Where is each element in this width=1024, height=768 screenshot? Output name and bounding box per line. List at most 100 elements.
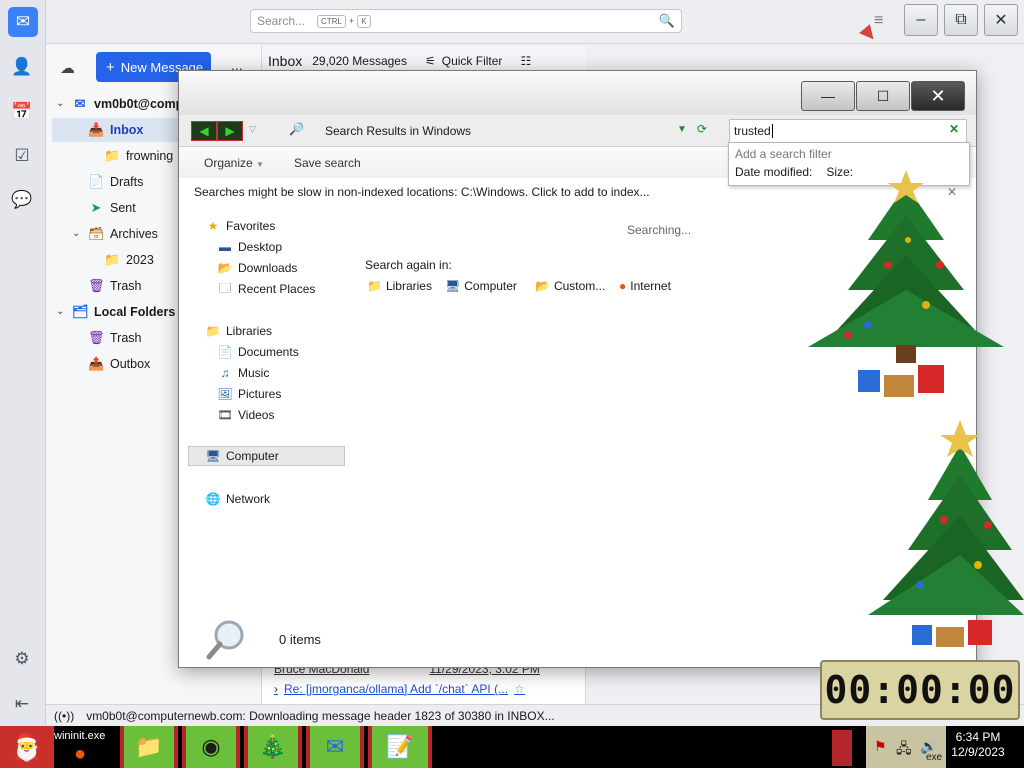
christmas-tree-gadget[interactable] <box>808 165 1008 405</box>
system-tray: ⚑ 🖧 🔊 exe <box>866 726 946 768</box>
quick-filter-button[interactable]: ⚟ Quick Filter <box>425 54 502 68</box>
calendar-icon[interactable]: 📅 <box>8 98 36 126</box>
app-menu-icon[interactable]: ≡ <box>874 12 883 30</box>
nav-network[interactable]: 🌐 Network <box>205 489 271 509</box>
send-icon: ➤ <box>90 200 102 215</box>
search-again-custom[interactable]: 📂 Custom... <box>535 279 605 293</box>
taskbar-wordpad[interactable]: 📝 <box>368 726 432 768</box>
search-again-internet[interactable]: ● Internet <box>619 279 671 293</box>
account-label: vm0b0t@comp <box>94 97 184 111</box>
taskbar-explorer[interactable]: 📁 <box>120 726 178 768</box>
chevron-down-icon[interactable]: ⌄ <box>56 98 64 109</box>
account-icon: ✉ <box>74 96 86 111</box>
chevron-down-icon[interactable]: ⌄ <box>56 306 64 317</box>
history-dropdown-icon[interactable]: ▽ <box>249 124 256 135</box>
list-title: Inbox <box>268 52 303 69</box>
nav-computer[interactable]: 🖥 Computer <box>188 446 345 466</box>
local-folder-trash[interactable]: 🗑 Trash <box>88 326 142 350</box>
explorer-maximize-button[interactable]: ☐ <box>856 81 910 111</box>
star-icon[interactable]: ☆ <box>514 682 525 696</box>
tasks-icon[interactable]: ☑ <box>8 142 36 170</box>
results-area: Searching... Search again in: 📁 Libraries… <box>355 211 855 331</box>
archive-icon: 🗃 <box>88 226 105 241</box>
quick-filter-label: Quick Filter <box>441 53 503 68</box>
search-again-libraries[interactable]: 📁 Libraries <box>367 279 432 293</box>
info-message: Searches might be slow in non-indexed lo… <box>194 185 650 199</box>
folder-item-trash[interactable]: 🗑 Trash <box>88 274 142 298</box>
organize-button[interactable]: Organize ▼ <box>204 156 264 170</box>
nav-label: Pictures <box>238 387 282 401</box>
settings-gear-icon[interactable]: ⚙ <box>8 645 36 673</box>
nav-music[interactable]: ♫ Music <box>217 363 270 383</box>
local-folders-icon: 🗂 <box>72 304 89 319</box>
nav-label: Music <box>238 366 270 380</box>
minimize-button[interactable]: – <box>904 4 938 36</box>
forward-button[interactable]: ▶ <box>217 121 243 141</box>
collapse-sidebar-icon[interactable]: ⇤ <box>8 690 36 718</box>
folder-item-frowning[interactable]: 📁 frowning <box>104 144 173 168</box>
nav-downloads[interactable]: 📂 Downloads <box>217 258 298 278</box>
taskbar-tree-gadget[interactable]: 🎄 <box>244 726 302 768</box>
music-icon: ♫ <box>220 366 230 380</box>
folder-icon: 📁 <box>135 734 163 759</box>
taskbar-firefox[interactable]: wininit.exe ● <box>54 726 120 768</box>
folder-label: Archives <box>110 227 158 241</box>
folder-item-archives[interactable]: 🗃 Archives <box>88 222 158 246</box>
nav-documents[interactable]: 📄 Documents <box>217 342 299 362</box>
get-messages-icon[interactable]: ☁ <box>60 59 75 77</box>
recent-places-icon: 🗔 <box>218 280 232 295</box>
back-button[interactable]: ◀ <box>191 121 217 141</box>
show-hidden-icons-button[interactable] <box>832 730 852 766</box>
start-button[interactable]: 🎅 <box>0 726 54 768</box>
table-row[interactable]: › Re: [jmorganca/ollama] Add `/chat` API… <box>274 682 525 696</box>
save-search-button[interactable]: Save search <box>294 156 361 170</box>
search-again-computer[interactable]: 🖥 Computer <box>445 279 517 293</box>
explorer-search-input[interactable]: trusted <box>729 119 967 143</box>
account-row[interactable]: ✉ vm0b0t@comp <box>72 92 184 116</box>
address-text[interactable]: Search Results in Windows <box>325 124 471 138</box>
action-center-flag-icon[interactable]: ⚑ <box>874 738 887 755</box>
network-tray-icon[interactable]: 🖧 <box>896 738 912 762</box>
navigation-pane: ★ Favorites ▬ Desktop 📂 Downloads 🗔 Recent P… <box>185 214 345 514</box>
nav-videos[interactable]: 🎞 Videos <box>217 405 274 425</box>
close-button[interactable]: ✕ <box>984 4 1018 36</box>
taskbar-chrome[interactable]: ◉ <box>182 726 240 768</box>
plus-icon: + <box>106 58 115 76</box>
local-folder-outbox[interactable]: 📤 Outbox <box>88 352 150 376</box>
explorer-titlebar: — ☐ ✕ <box>179 71 976 115</box>
explorer-status-bar: 0 items <box>179 611 976 667</box>
address-dropdown-icon[interactable]: ▼ <box>677 124 687 135</box>
restore-button[interactable]: ⧉ <box>944 4 978 36</box>
chevron-down-icon[interactable]: ⌄ <box>72 228 80 239</box>
mail-space-icon[interactable]: ✉ <box>8 7 38 37</box>
global-search-input[interactable]: Search... CTRL + K 🔍 <box>250 9 682 33</box>
network-icon: 🌐 <box>205 492 221 506</box>
nav-recent-places[interactable]: 🗔 Recent Places <box>217 279 315 299</box>
desktop-icon: ▬ <box>219 240 231 254</box>
search-again-label: Search again in: <box>365 258 452 272</box>
explorer-close-button[interactable]: ✕ <box>911 81 965 111</box>
folder-item-drafts[interactable]: 📄 Drafts <box>88 170 143 194</box>
taskbar-thunderbird[interactable]: ✉ <box>306 726 364 768</box>
display-options-icon[interactable]: ☷ <box>520 54 531 68</box>
items-count: 0 items <box>279 631 321 647</box>
taskbar-clock[interactable]: 6:34 PM 12/9/2023 <box>946 730 1010 766</box>
refresh-icon[interactable]: ⟳ <box>697 122 707 136</box>
nav-favorites[interactable]: ★ Favorites <box>205 216 276 236</box>
spaces-toolbar: ✉ 👤 📅 ☑ 💬 ⚙ ⇤ <box>0 0 46 726</box>
filter-date-modified[interactable]: Date modified: <box>735 165 812 179</box>
search-placeholder: Search... <box>257 14 306 28</box>
address-book-icon[interactable]: 👤 <box>8 53 36 81</box>
nav-libraries[interactable]: 📁 Libraries <box>205 321 273 341</box>
folder-item-2023[interactable]: 📁 2023 <box>104 248 154 272</box>
nav-pictures[interactable]: 🖼 Pictures <box>217 384 281 404</box>
folder-label: Trash <box>110 331 142 345</box>
local-folders-row[interactable]: 🗂 Local Folders <box>72 300 175 324</box>
christmas-tree-gadget[interactable] <box>868 415 1024 650</box>
chat-icon[interactable]: 💬 <box>8 186 36 214</box>
explorer-minimize-button[interactable]: — <box>801 81 855 111</box>
folder-item-sent[interactable]: ➤ Sent <box>88 196 136 220</box>
countdown-timer-gadget[interactable]: 00:00:00 <box>820 660 1020 720</box>
nav-desktop[interactable]: ▬ Desktop <box>217 237 282 257</box>
clear-search-icon[interactable]: ✕ <box>949 122 959 136</box>
